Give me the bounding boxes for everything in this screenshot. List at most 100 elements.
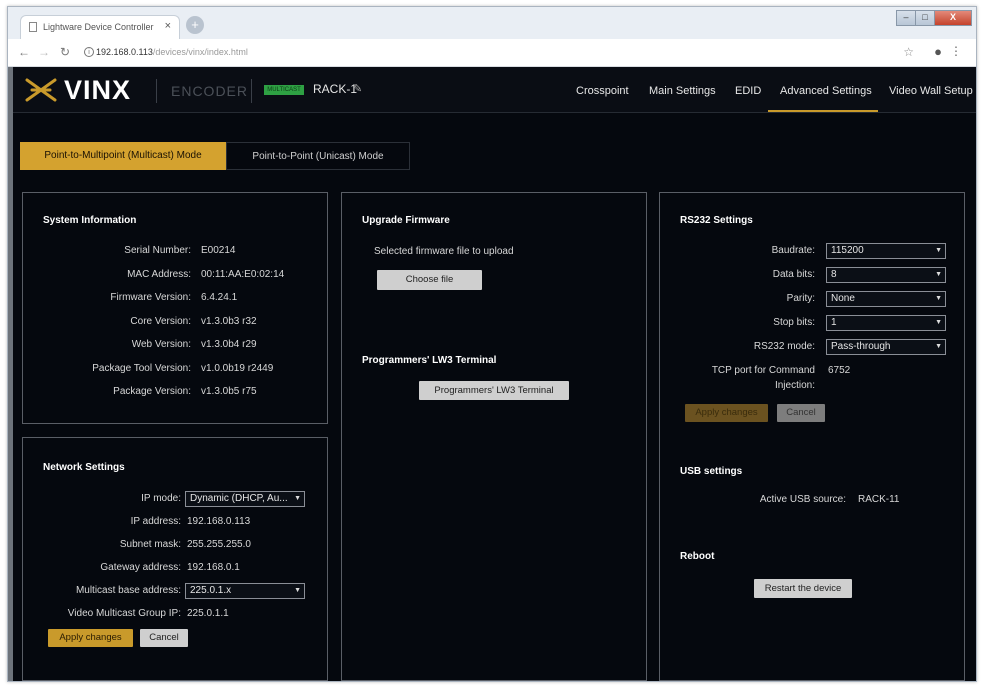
active-nav-indicator [768, 110, 878, 112]
package-tool-version-value: v1.0.0b19 r2449 [201, 363, 274, 374]
parity-select[interactable]: None ▼ [826, 291, 946, 307]
data-bits-label: Data bits: [772, 269, 815, 280]
ip-mode-value: Dynamic (DHCP, Au... [190, 493, 288, 504]
multicast-badge: MULTICAST [264, 85, 304, 95]
ip-mode-select[interactable]: Dynamic (DHCP, Au... ▼ [185, 491, 305, 507]
baudrate-select[interactable]: 115200 ▼ [826, 243, 946, 259]
mac-address-label: MAC Address: [127, 269, 191, 280]
baudrate-value: 115200 [831, 245, 864, 256]
address-bar: ← → ↻ i 192.168.0.113/devices/vinx/index… [8, 39, 976, 67]
minimize-button[interactable]: – [896, 10, 916, 26]
tcp-port-value: 6752 [828, 365, 851, 376]
browser-window: Lightware Device Controller × + – □ X ← → … [7, 6, 977, 682]
rs232-cancel-button[interactable]: Cancel [777, 404, 825, 422]
system-info-title: System Information [43, 215, 137, 226]
reboot-title: Reboot [680, 551, 715, 562]
restart-device-button[interactable]: Restart the device [754, 579, 852, 598]
ip-mode-label: IP mode: [141, 493, 181, 504]
info-icon[interactable]: i [84, 47, 94, 57]
bookmark-star-icon[interactable]: ☆ [903, 45, 914, 59]
window-controls: – □ X [896, 7, 972, 26]
rs232-settings-title: RS232 Settings [680, 215, 753, 226]
rs232-mode-label: RS232 mode: [753, 341, 815, 352]
account-icon[interactable]: ● [934, 44, 942, 59]
multicast-base-address-value: 225.0.1.x [190, 585, 232, 596]
firmware-version-value: 6.4.24.1 [201, 292, 238, 303]
ip-address-value: 192.168.0.113 [187, 516, 251, 527]
multicast-base-address-label: Multicast base address: [75, 585, 181, 596]
tcp-port-label-cont: Injection: [774, 380, 815, 391]
data-bits-select[interactable]: 8 ▼ [826, 267, 946, 283]
upgrade-firmware-title: Upgrade Firmware [362, 215, 450, 226]
chevron-down-icon: ▼ [935, 271, 942, 278]
tab-strip: Lightware Device Controller × + – □ X [8, 7, 976, 39]
subnet-mask-value: 255.255.255.0 [187, 539, 251, 550]
header-divider [156, 79, 157, 103]
firmware-panel: Upgrade Firmware Selected firmware file … [341, 192, 647, 681]
package-version-value: v1.3.0b5 r75 [201, 386, 257, 397]
app-area: VINX ENCODER MULTICAST RACK-1 ✎ Crosspoi… [8, 67, 976, 681]
network-settings-panel: Network Settings IP mode: Dynamic (DHCP,… [22, 437, 328, 681]
nav-crosspoint[interactable]: Crosspoint [576, 85, 629, 97]
web-version-label: Web Version: [131, 339, 191, 350]
rs232-panel: RS232 Settings Baudrate: 115200 ▼ Data b… [659, 192, 965, 681]
document-icon [29, 22, 37, 32]
system-info-panel: System Information Serial Number: E00214… [22, 192, 328, 424]
core-version-value: v1.3.0b3 r32 [201, 316, 257, 327]
url-host: 192.168.0.113 [96, 47, 153, 57]
new-tab-button[interactable]: + [186, 16, 204, 34]
firmware-version-label: Firmware Version: [110, 292, 191, 303]
gateway-address-value: 192.168.0.1 [187, 562, 240, 573]
active-usb-source-label: Active USB source: [759, 494, 846, 505]
video-multicast-group-label: Video Multicast Group IP: [67, 608, 181, 619]
choose-file-button[interactable]: Choose file [377, 270, 482, 290]
stop-bits-select[interactable]: 1 ▼ [826, 315, 946, 331]
gateway-address-label: Gateway address: [100, 562, 181, 573]
firmware-file-description: Selected firmware file to upload [374, 246, 514, 257]
chevron-down-icon: ▼ [294, 495, 301, 502]
multicast-mode-button[interactable]: Point-to-Multipoint (Multicast) Mode [20, 142, 226, 170]
tab-title: Lightware Device Controller [43, 22, 154, 32]
parity-label: Parity: [786, 293, 815, 304]
baudrate-label: Baudrate: [771, 245, 815, 256]
nav-main-settings[interactable]: Main Settings [649, 85, 716, 97]
url-path: /devices/vinx/index.html [152, 47, 248, 57]
back-icon[interactable]: ← [18, 45, 30, 59]
package-tool-version-label: Package Tool Version: [92, 363, 191, 374]
video-multicast-group-value: 225.0.1.1 [187, 608, 229, 619]
subnet-mask-label: Subnet mask: [119, 539, 181, 550]
maximize-button[interactable]: □ [915, 10, 935, 26]
chevron-down-icon: ▼ [935, 295, 942, 302]
reload-icon[interactable]: ↻ [60, 45, 70, 59]
mac-address-value: 00:11:AA:E0:02:14 [201, 269, 285, 280]
rs232-mode-select[interactable]: Pass-through ▼ [826, 339, 946, 355]
network-cancel-button[interactable]: Cancel [140, 629, 188, 647]
forward-icon[interactable]: → [38, 45, 50, 59]
nav-edid[interactable]: EDID [735, 85, 761, 97]
lw3-terminal-button[interactable]: Programmers' LW3 Terminal [419, 381, 569, 400]
browser-tab[interactable]: Lightware Device Controller × [20, 15, 180, 39]
device-name[interactable]: RACK-1 [313, 82, 357, 96]
core-version-label: Core Version: [130, 316, 191, 327]
multicast-base-address-select[interactable]: 225.0.1.x ▼ [185, 583, 305, 599]
network-apply-button[interactable]: Apply changes [48, 629, 133, 647]
nav-advanced-settings[interactable]: Advanced Settings [780, 85, 872, 97]
close-window-button[interactable]: X [934, 10, 972, 26]
tcp-port-label: TCP port for Command [711, 365, 815, 376]
nav-video-wall-setup[interactable]: Video Wall Setup [889, 85, 973, 97]
logo-text: VINX [64, 75, 132, 105]
serial-number-label: Serial Number: [124, 245, 191, 256]
rs232-mode-value: Pass-through [831, 341, 891, 352]
ip-address-label: IP address: [130, 516, 181, 527]
data-bits-value: 8 [831, 269, 837, 280]
url-field[interactable]: 192.168.0.113/devices/vinx/index.html [96, 47, 248, 57]
usb-settings-title: USB settings [680, 466, 743, 477]
chevron-down-icon: ▼ [935, 247, 942, 254]
close-tab-icon[interactable]: × [165, 20, 171, 32]
menu-icon[interactable]: ⋮ [950, 44, 962, 58]
active-usb-source-value: RACK-11 [858, 494, 900, 505]
window-left-edge [8, 67, 13, 681]
edit-pencil-icon[interactable]: ✎ [353, 82, 362, 95]
rs232-apply-button[interactable]: Apply changes [685, 404, 768, 422]
unicast-mode-button[interactable]: Point-to-Point (Unicast) Mode [226, 142, 410, 170]
